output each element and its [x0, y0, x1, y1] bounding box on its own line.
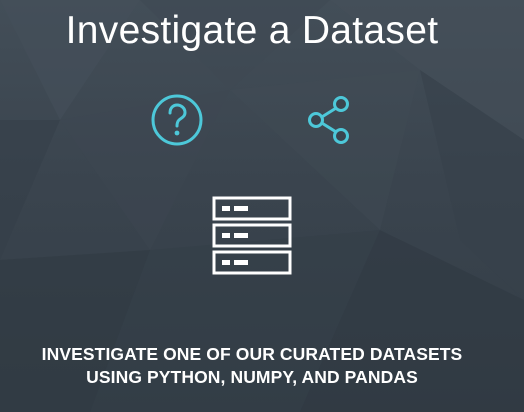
question-circle-icon	[151, 94, 203, 146]
share-icon	[308, 96, 349, 144]
server-stack-icon	[212, 196, 292, 275]
description-line-1: INVESTIGATE ONE OF OUR CURATED DATASETS	[41, 344, 463, 364]
page-title: Investigate a Dataset	[65, 9, 439, 52]
project-description: INVESTIGATE ONE OF OUR CURATED DATASETS …	[0, 343, 504, 389]
description-line-2: USING PYTHON, NUMPY, AND PANDAS	[86, 367, 418, 387]
slide: Investigate a Dataset INVESTIGATE ONE OF…	[0, 0, 524, 412]
